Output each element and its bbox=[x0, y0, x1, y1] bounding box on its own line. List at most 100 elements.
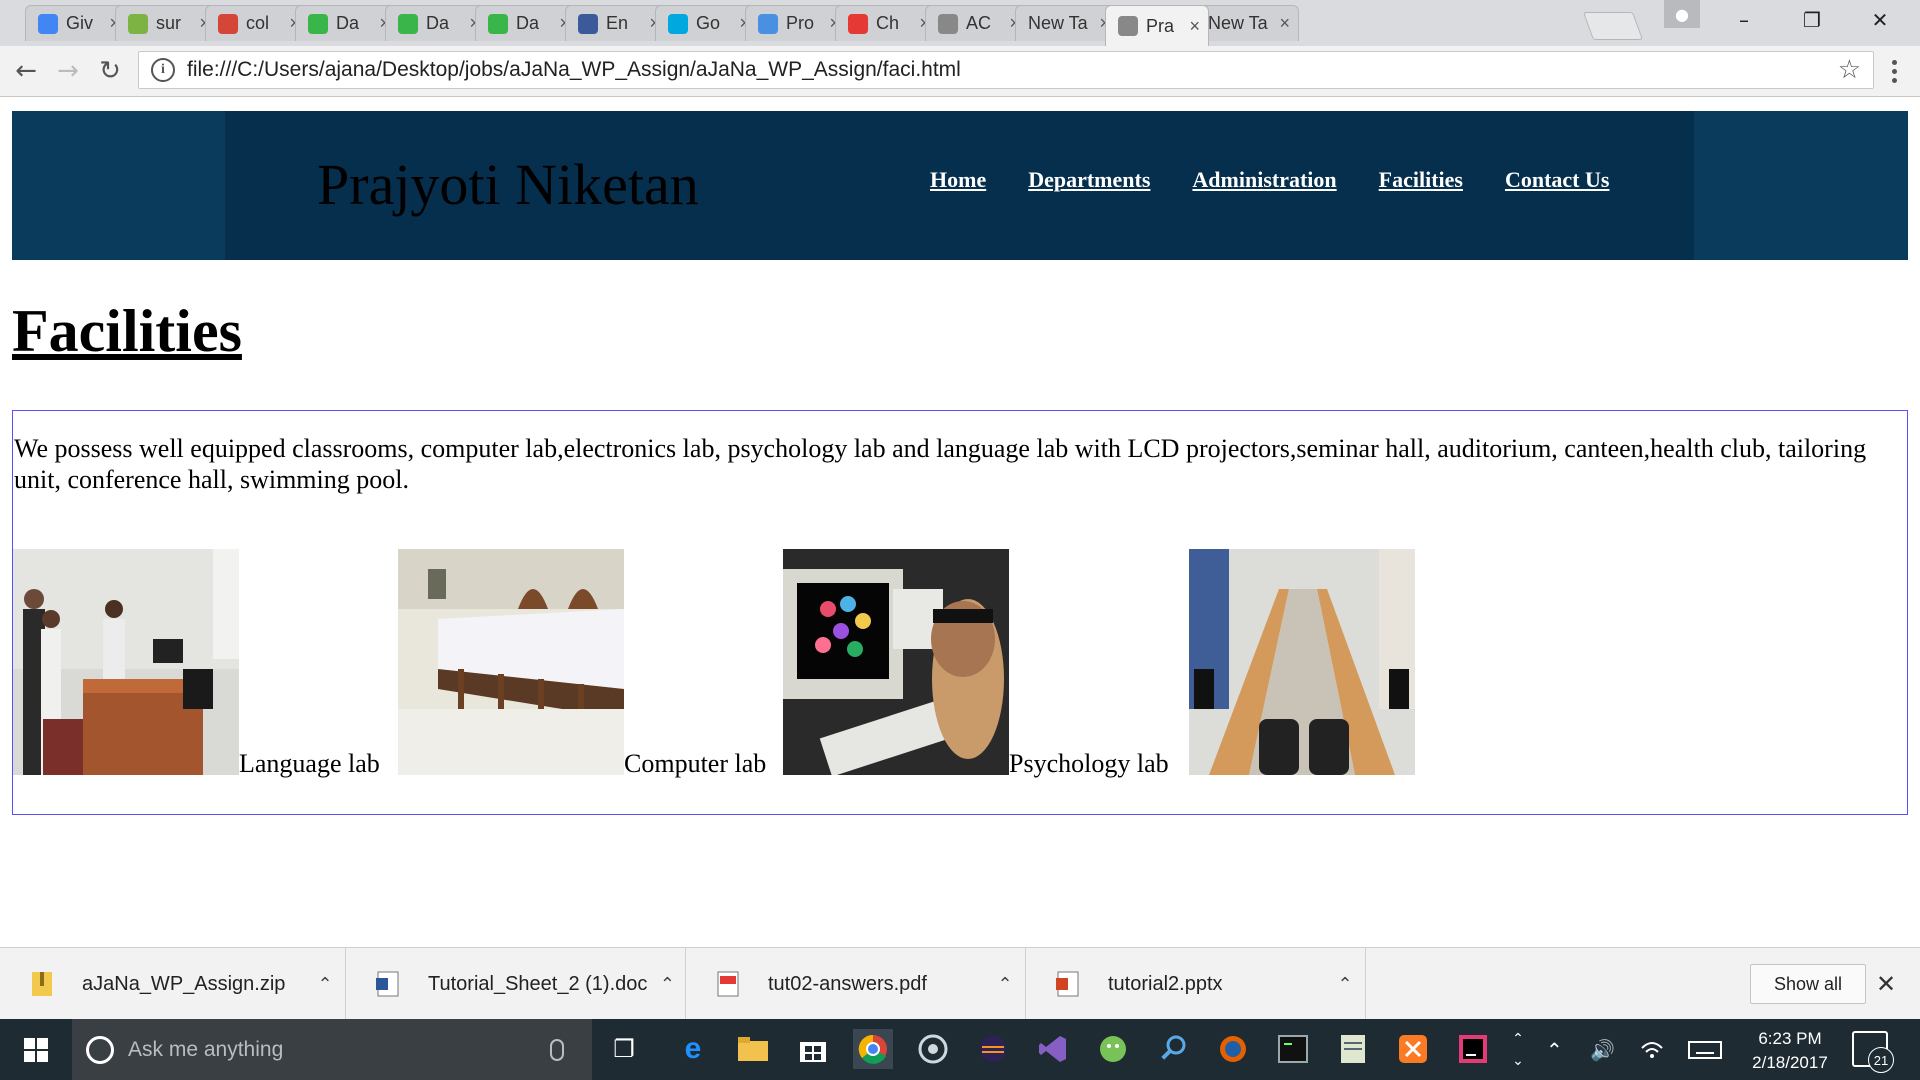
search-tool-icon[interactable] bbox=[1153, 1029, 1193, 1069]
microphone-icon[interactable] bbox=[550, 1038, 564, 1061]
download-filename: tutorial2.pptx bbox=[1108, 972, 1223, 995]
eclipse-icon[interactable] bbox=[973, 1029, 1013, 1069]
intellij-icon[interactable] bbox=[1453, 1029, 1493, 1069]
page-viewport: Prajyoti Niketan Home Departments Admini… bbox=[0, 97, 1920, 947]
notepad-icon[interactable] bbox=[1333, 1029, 1373, 1069]
site-title: Prajyoti Niketan bbox=[317, 152, 699, 217]
browser-tab[interactable]: Go× bbox=[655, 5, 759, 41]
address-bar[interactable]: i file:///C:/Users/ajana/Desktop/jobs/aJ… bbox=[138, 51, 1874, 89]
browser-tab[interactable]: Da× bbox=[475, 5, 579, 41]
notification-center-icon[interactable]: 21 bbox=[1852, 1031, 1894, 1073]
browser-tab[interactable]: New Ta× bbox=[1015, 5, 1119, 41]
search-placeholder[interactable]: Ask me anything bbox=[128, 1038, 550, 1062]
chrome-icon[interactable] bbox=[853, 1029, 893, 1069]
notification-count-badge: 21 bbox=[1868, 1047, 1894, 1073]
hackerrank-icon bbox=[398, 13, 418, 34]
caption-language-lab: Language lab bbox=[239, 749, 380, 778]
download-shelf: aJaNa_WP_Assign.zip ⌃ Tutorial_Sheet_2 (… bbox=[0, 947, 1920, 1020]
forward-icon[interactable]: → bbox=[50, 55, 86, 87]
browser-tab[interactable]: Giv× bbox=[25, 5, 129, 41]
browser-tab[interactable]: New Ta × bbox=[1195, 5, 1299, 41]
back-icon[interactable]: ← bbox=[8, 55, 44, 87]
download-item[interactable]: tut02-answers.pdf ⌃ bbox=[686, 948, 1026, 1020]
tab-close-icon[interactable]: × bbox=[1279, 13, 1290, 34]
firefox-icon[interactable] bbox=[1213, 1029, 1253, 1069]
tab-label: Go bbox=[696, 13, 721, 33]
file-explorer-icon[interactable] bbox=[733, 1029, 773, 1069]
browser-tab[interactable]: AC× bbox=[925, 5, 1029, 41]
browser-tab[interactable]: En× bbox=[565, 5, 669, 41]
browser-tab[interactable]: Pro× bbox=[745, 5, 849, 41]
nav-link-contact-us[interactable]: Contact Us bbox=[1505, 167, 1610, 193]
task-view-icon[interactable]: ❐ bbox=[604, 1029, 644, 1069]
tab-label: New Ta bbox=[1028, 13, 1088, 33]
tab-close-icon[interactable]: × bbox=[1189, 16, 1200, 37]
w-icon bbox=[758, 13, 778, 34]
close-shelf-icon[interactable]: ✕ bbox=[1876, 970, 1896, 998]
facilities-content-box: We possess well equipped classrooms, com… bbox=[12, 410, 1908, 815]
browser-tab[interactable]: Da× bbox=[385, 5, 489, 41]
system-clock[interactable]: 6:23 PM 2/18/2017 bbox=[1740, 1027, 1840, 1075]
facilities-description: We possess well equipped classrooms, com… bbox=[14, 434, 1867, 494]
xampp-icon[interactable] bbox=[1393, 1029, 1433, 1069]
tray-overflow-icon[interactable]: ⌃ bbox=[1546, 1019, 1563, 1080]
browser-tab[interactable]: Da× bbox=[295, 5, 399, 41]
chevron-up-icon[interactable]: ⌃ bbox=[985, 974, 1025, 995]
info-icon[interactable]: i bbox=[151, 58, 175, 82]
android-studio-icon[interactable] bbox=[1093, 1029, 1133, 1069]
browser-tab[interactable]: Pra × bbox=[1105, 5, 1209, 46]
menu-icon[interactable] bbox=[1880, 56, 1908, 86]
edge-icon[interactable]: e bbox=[673, 1029, 713, 1069]
tab-label: New Ta bbox=[1208, 13, 1268, 33]
cortana-icon bbox=[86, 1035, 114, 1064]
nav-link-facilities[interactable]: Facilities bbox=[1379, 167, 1463, 193]
nav-link-departments[interactable]: Departments bbox=[1028, 167, 1150, 193]
browser-tab[interactable]: col× bbox=[205, 5, 309, 41]
app-icon[interactable] bbox=[913, 1029, 953, 1069]
terminal-icon[interactable] bbox=[1273, 1029, 1313, 1069]
browser-tab[interactable]: sur× bbox=[115, 5, 219, 41]
store-icon[interactable] bbox=[793, 1029, 833, 1069]
restore-icon[interactable]: ❐ bbox=[1778, 0, 1846, 40]
site-header: Prajyoti Niketan Home Departments Admini… bbox=[12, 111, 1908, 260]
caption-computer-lab: Computer lab bbox=[624, 749, 767, 778]
tab-label: Pra bbox=[1146, 15, 1175, 36]
browser-tab[interactable]: Ch× bbox=[835, 5, 939, 41]
wifi-icon[interactable] bbox=[1640, 1019, 1664, 1080]
reload-icon[interactable]: ↻ bbox=[92, 55, 128, 87]
close-window-icon[interactable]: ✕ bbox=[1846, 0, 1914, 40]
show-all-button[interactable]: Show all bbox=[1750, 964, 1866, 1004]
visual-studio-icon[interactable] bbox=[1033, 1029, 1073, 1069]
download-item[interactable]: tutorial2.pptx ⌃ bbox=[1026, 948, 1366, 1020]
chevron-up-icon[interactable]: ⌃ bbox=[305, 974, 345, 995]
download-item[interactable]: aJaNa_WP_Assign.zip ⌃ bbox=[0, 948, 346, 1020]
computer-lab-photo bbox=[398, 549, 624, 775]
chevron-down-icon[interactable]: ⌄ bbox=[1512, 1053, 1524, 1069]
gmail-icon bbox=[218, 13, 238, 34]
tab-label: Giv bbox=[66, 13, 93, 33]
download-filename: Tutorial_Sheet_2 (1).doc bbox=[428, 972, 648, 995]
site-header-inner: Prajyoti Niketan Home Departments Admini… bbox=[225, 111, 1694, 260]
new-tab-button[interactable] bbox=[1582, 12, 1644, 40]
chevron-up-icon[interactable]: ⌃ bbox=[1512, 1031, 1524, 1047]
chevron-up-icon[interactable]: ⌃ bbox=[1325, 974, 1365, 995]
clock-time: 6:23 PM bbox=[1758, 1029, 1822, 1048]
language-lab-photo bbox=[13, 549, 239, 775]
taskbar-search[interactable]: Ask me anything bbox=[72, 1019, 592, 1080]
bookmark-star-icon[interactable]: ☆ bbox=[1838, 55, 1861, 85]
chevron-up-icon[interactable]: ⌃ bbox=[647, 974, 687, 995]
download-filename: tut02-answers.pdf bbox=[768, 972, 927, 995]
profile-icon[interactable]: ● bbox=[1664, 0, 1700, 28]
pdf-file-icon bbox=[717, 971, 739, 997]
nav-link-home[interactable]: Home bbox=[930, 167, 986, 193]
keyboard-icon[interactable] bbox=[1688, 1019, 1722, 1080]
address-url[interactable]: file:///C:/Users/ajana/Desktop/jobs/aJaN… bbox=[187, 58, 961, 82]
windows-start-icon[interactable] bbox=[0, 1019, 72, 1080]
tab-strip: ● – ❐ ✕ Giv×sur×col×Da×Da×Da×En×Go×Pro×C… bbox=[0, 0, 1920, 46]
volume-icon[interactable]: 🔊 bbox=[1590, 1019, 1615, 1080]
clock-date: 2/18/2017 bbox=[1752, 1053, 1828, 1072]
download-item[interactable]: Tutorial_Sheet_2 (1).doc ⌃ bbox=[346, 948, 686, 1020]
nav-link-administration[interactable]: Administration bbox=[1192, 167, 1336, 193]
minimize-icon[interactable]: – bbox=[1710, 0, 1778, 40]
tray-scroll[interactable]: ⌃ ⌄ bbox=[1508, 1019, 1528, 1080]
